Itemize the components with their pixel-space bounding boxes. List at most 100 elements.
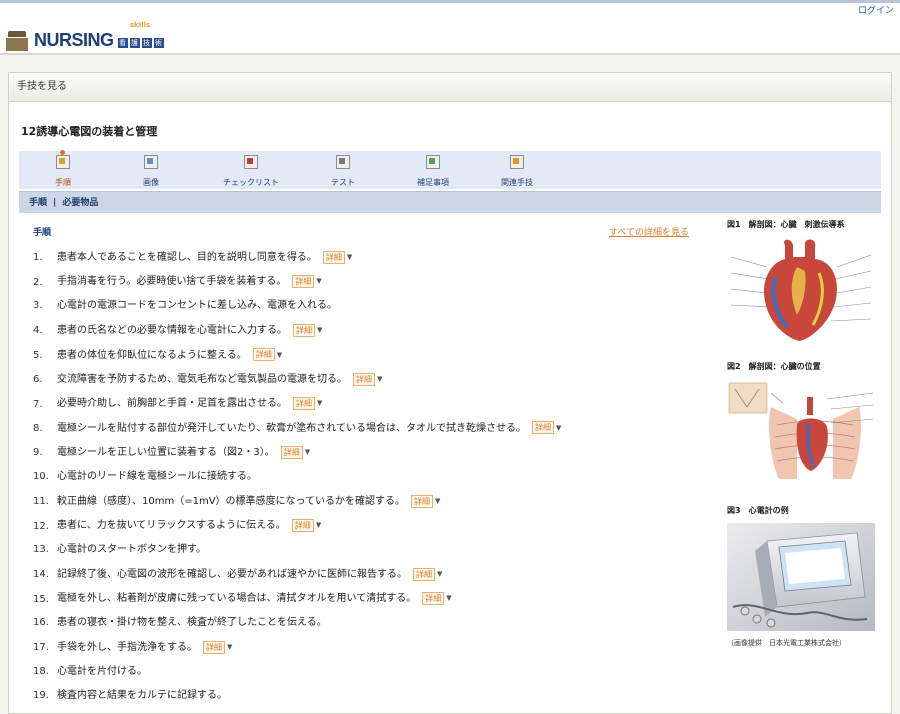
step-number: 18. [33, 665, 49, 677]
step-detail-button[interactable]: 詳細 [292, 275, 315, 289]
step-item: 12. 患者に、力を抜いてリラックスするように伝える。 詳細 ▼ [33, 513, 713, 537]
step-text: 電極を外し、粘着剤が皮膚に残っている場合は、清拭タオルを用いて清拭する。 [57, 593, 417, 605]
breadcrumb: 手順 | 必要物品 [19, 191, 881, 213]
chevron-down-icon[interactable]: ▼ [227, 635, 232, 659]
tab-procedure[interactable]: 手順 [23, 150, 103, 188]
tab-supplement[interactable]: 補足事項 [393, 155, 473, 188]
login-link[interactable]: ログイン [858, 3, 894, 16]
ecg-machine-figure[interactable]: （画像提供 日本光電工業株式会社） [727, 523, 887, 648]
step-text: 患者本人であることを確認し、目的を説明し同意を得る。 [57, 252, 317, 264]
see-all-details-link[interactable]: すべての詳細を見る [609, 225, 689, 238]
test-icon [336, 155, 350, 169]
step-number: 13. [33, 543, 49, 555]
step-item: 4. 患者の氏名などの必要な情報を心電計に入力する。 詳細 ▼ [33, 318, 713, 342]
site-logo[interactable]: NURSING 看護技術 skills [6, 21, 164, 51]
step-detail-button[interactable]: 詳細 [293, 397, 315, 411]
chevron-down-icon[interactable]: ▼ [305, 440, 310, 464]
step-text: 心電計のリード線を電極シールに接続する。 [57, 470, 257, 482]
step-text: 記録終了後、心電図の波形を確認し、必要があれば速やかに医師に報告する。 [57, 569, 407, 581]
step-text: 電極シールを貼付する部位が発汗していたり、軟膏が塗布されている場合は、タオルで拭… [57, 422, 526, 434]
step-item: 11. 較正曲線（感度）、10mm（=1mV）の標準感度になっているかを確認する。… [33, 489, 713, 513]
notes-icon [426, 155, 440, 169]
tab-images[interactable]: 画像 [111, 155, 191, 188]
step-number: 7. [33, 398, 43, 410]
step-detail-button[interactable]: 詳細 [203, 640, 225, 654]
step-text: 心電計のスタートボタンを押す。 [57, 543, 206, 555]
heart-anatomy-image [727, 237, 875, 345]
step-text: 電極シールを正しい位置に装着する（図2・3）。 [57, 447, 275, 459]
step-number: 19. [33, 690, 49, 702]
step-number: 17. [33, 642, 49, 654]
page-title: 12誘導心電図の装着と管理 [21, 125, 158, 138]
step-text: 必要時介助し、前胸部と手首・足首を露出させる。 [57, 398, 287, 410]
chevron-down-icon[interactable]: ▼ [446, 586, 451, 610]
chevron-down-icon[interactable]: ▼ [377, 367, 382, 391]
related-icon [510, 155, 524, 169]
chevron-down-icon[interactable]: ▼ [316, 513, 321, 537]
step-number: 14. [33, 569, 49, 581]
figure-sidebar: 図1 解剖図：心臓 刺激伝導系 図2 解剖図：心臓の位置 図3 心電計の例 （画… [727, 219, 887, 648]
figure-caption: 図3 心電計の例 [727, 506, 789, 515]
chevron-down-icon[interactable]: ▼ [556, 416, 561, 440]
step-item: 14. 記録終了後、心電図の波形を確認し、必要があれば速やかに医師に報告する。 詳細… [33, 562, 713, 586]
content-panel: 手技を見る 12誘導心電図の装着と管理 手順 画像 チェックリスト テスト 補足… [8, 72, 892, 714]
image-credit: （画像提供 日本光電工業株式会社） [727, 639, 846, 647]
step-number: 5. [33, 349, 43, 361]
step-detail-button[interactable]: 詳細 [413, 567, 435, 581]
figure-caption: 図1 解剖図：心臓 刺激伝導系 [727, 220, 845, 229]
step-number: 10. [33, 470, 49, 482]
step-text: 患者の体位を仰臥位になるように整える。 [57, 349, 247, 361]
step-number: 2. [33, 276, 43, 288]
step-text: 心電計の電源コードをコンセントに差し込み、電源を入れる。 [57, 299, 337, 311]
procedure-tabs: 手順 画像 チェックリスト テスト 補足事項 関連手技 [19, 150, 881, 189]
step-detail-button[interactable]: 詳細 [411, 494, 434, 508]
step-item: 10. 心電計のリード線を電極シールに接続する。 [33, 465, 713, 489]
step-text: 手指消毒を行う。必要時使い捨て手袋を装着する。 [57, 276, 287, 288]
step-number: 1. [33, 252, 43, 264]
panel-title: 手技を見る [9, 73, 891, 102]
step-number: 3. [33, 299, 43, 311]
step-number: 8. [33, 422, 43, 434]
figure-caption: 図2 解剖図：心臓の位置 [727, 362, 821, 371]
tab-test[interactable]: テスト [303, 155, 383, 188]
step-detail-button[interactable]: 詳細 [280, 445, 303, 459]
breadcrumb-supplies[interactable]: 必要物品 [62, 198, 98, 208]
step-detail-button[interactable]: 詳細 [422, 592, 445, 606]
step-text: 較正曲線（感度）、10mm（=1mV）の標準感度になっているかを確認する。 [57, 496, 406, 508]
step-number: 9. [33, 447, 43, 459]
step-text: 患者に、力を抜いてリラックスするように伝える。 [57, 520, 286, 532]
step-item: 6. 交流障害を予防するため、電気毛布など電気製品の電源を切る。 詳細 ▼ [33, 367, 713, 391]
step-item: 13. 心電計のスタートボタンを押す。 [33, 538, 713, 562]
tab-checklist[interactable]: チェックリスト [211, 155, 291, 188]
chevron-down-icon[interactable]: ▼ [437, 562, 442, 586]
step-item: 15. 電極を外し、粘着剤が皮膚に残っている場合は、清拭タオルを用いて清拭する。詳… [33, 586, 713, 610]
chevron-down-icon[interactable]: ▼ [347, 245, 352, 269]
step-item: 16. 患者の寝衣・掛け物を整え、検査が終了したことを伝える。 [33, 611, 713, 635]
image-icon [144, 155, 158, 169]
chevron-down-icon[interactable]: ▼ [317, 391, 322, 415]
step-number: 11. [33, 496, 49, 508]
step-item: 5. 患者の体位を仰臥位になるように整える。 詳細 ▼ [33, 343, 713, 367]
step-text: 交流障害を予防するため、電気毛布など電気製品の電源を切る。 [57, 374, 347, 386]
chevron-down-icon[interactable]: ▼ [316, 269, 321, 293]
step-detail-button[interactable]: 詳細 [293, 323, 315, 337]
step-text: 手袋を外し、手指洗浄をする。 [57, 642, 197, 654]
step-text: 検査内容と結果をカルテに記録する。 [57, 690, 227, 702]
step-item: 3. 心電計の電源コードをコンセントに差し込み、電源を入れる。 [33, 294, 713, 318]
step-detail-button[interactable]: 詳細 [291, 519, 314, 532]
step-detail-button[interactable]: 詳細 [532, 421, 554, 435]
heart-conduction-figure[interactable] [727, 237, 887, 349]
step-text: 患者の寝衣・掛け物を整え、検査が終了したことを伝える。 [57, 616, 327, 628]
chevron-down-icon[interactable]: ▼ [435, 489, 440, 513]
step-item: 19. 検査内容と結果をカルテに記録する。 [33, 684, 713, 708]
breadcrumb-procedure[interactable]: 手順 [29, 198, 47, 208]
step-detail-button[interactable]: 詳細 [322, 250, 345, 264]
chevron-down-icon[interactable]: ▼ [277, 343, 282, 367]
chevron-down-icon[interactable]: ▼ [317, 318, 322, 342]
step-detail-button[interactable]: 詳細 [353, 372, 375, 386]
step-number: 12. [33, 520, 49, 532]
step-detail-button[interactable]: 詳細 [252, 348, 275, 362]
heart-position-figure[interactable] [727, 379, 887, 491]
tab-related[interactable]: 関連手技 [477, 155, 557, 188]
step-number: 4. [33, 325, 43, 337]
